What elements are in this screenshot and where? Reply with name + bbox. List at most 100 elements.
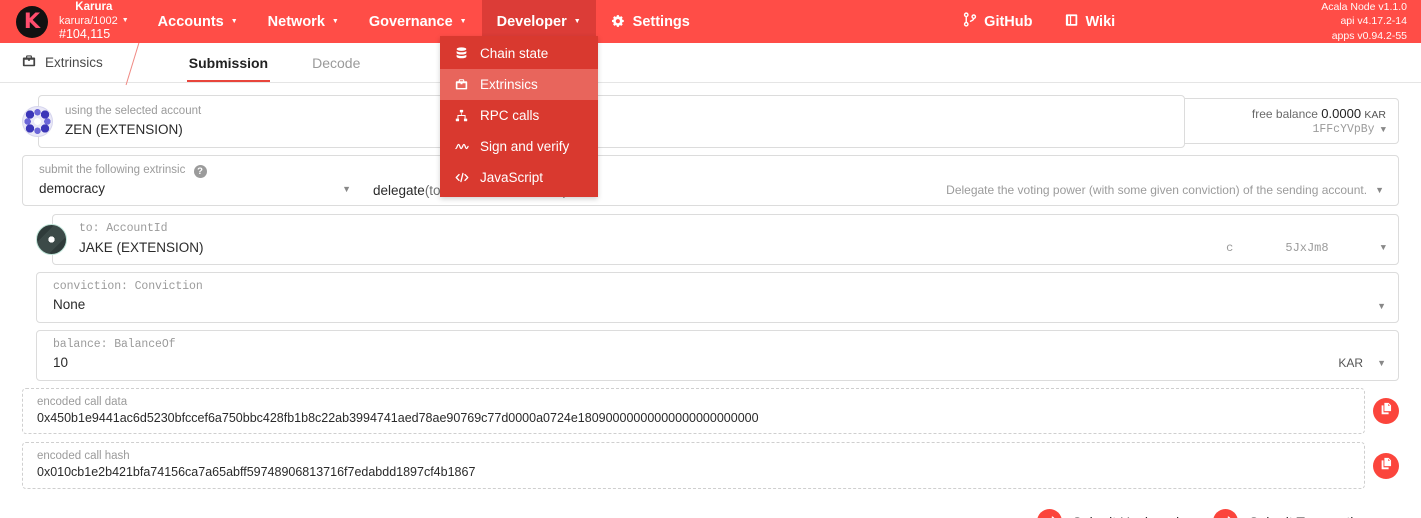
sign-in-arrow-icon: [1036, 509, 1062, 518]
nav-developer-label: Developer: [496, 13, 567, 30]
block-number: #104,115: [59, 27, 111, 42]
menu-sign-and-verify-label: Sign and verify: [480, 139, 570, 154]
menu-javascript-label: JavaScript: [480, 170, 544, 185]
submit-unsigned-button[interactable]: Submit Unsigned: [1036, 509, 1179, 518]
balance-unit: KAR: [1364, 109, 1386, 122]
pallet-select[interactable]: submit the following extrinsic ? democra…: [23, 156, 363, 205]
copy-call-hash-button[interactable]: [1373, 452, 1399, 479]
section-label: Extrinsics: [45, 55, 103, 70]
param-to-value-row: JAKE (EXTENSION) c 5JxJm8 ▼: [79, 238, 1386, 258]
brand-text: Karura karura/1002 ▼ #104,115: [59, 1, 129, 41]
chevron-down-icon: ▼: [573, 18, 581, 25]
param-conviction-label: conviction: Conviction: [53, 279, 203, 293]
menu-item-chain-state[interactable]: Chain state: [440, 38, 598, 69]
balance-unit-select[interactable]: KAR ▼: [1338, 356, 1386, 370]
param-to-label: to: AccountId: [79, 221, 168, 235]
param-conviction-row: conviction: Conviction None ▼: [36, 271, 1399, 323]
param-conviction-field[interactable]: conviction: Conviction None ▼: [36, 271, 1399, 323]
extrinsic-label: submit the following extrinsic: [39, 163, 186, 176]
method-description-row: Delegate the voting power (with some giv…: [946, 183, 1384, 199]
balance-line: free balance 0.0000 KAR: [1252, 106, 1386, 121]
karura-logo-icon: K: [16, 5, 48, 38]
tab-submission-label: Submission: [188, 54, 269, 71]
menu-item-rpc-calls[interactable]: RPC calls: [440, 100, 598, 131]
encoded-call-data-row: encoded call data 0x450b1e9441ac6d5230bf…: [22, 387, 1399, 435]
param-to-extra-left: c: [1226, 240, 1234, 255]
main-content: using the selected account ZEN (EXTENSIO…: [0, 83, 1421, 518]
tab-submission[interactable]: Submission: [167, 43, 290, 82]
free-balance-box: free balance 0.0000 KAR 1FFcYVpBy ▼: [1185, 98, 1399, 145]
chevron-down-icon[interactable]: ▼: [1377, 301, 1386, 311]
section-title-extrinsics: Extrinsics: [0, 43, 127, 82]
copy-icon: [1380, 457, 1393, 475]
method-name: delegate: [373, 182, 425, 198]
brand-name: Karura: [75, 1, 113, 14]
tab-decode-label: Decode: [312, 54, 361, 71]
chevron-down-icon: ▼: [1375, 184, 1384, 195]
github-link[interactable]: GitHub: [947, 12, 1048, 31]
chevron-down-icon[interactable]: ▼: [1381, 243, 1386, 253]
menu-item-sign-and-verify[interactable]: Sign and verify: [440, 131, 598, 162]
copy-call-data-button[interactable]: [1373, 398, 1399, 425]
avatar[interactable]: [22, 105, 53, 137]
brand-block[interactable]: K Karura karura/1002 ▼ #104,115: [0, 0, 143, 43]
chevron-down-icon: ▼: [342, 183, 351, 194]
extrinsic-selector-row: submit the following extrinsic ? democra…: [22, 154, 1399, 206]
tabs: Submission Decode: [167, 43, 383, 82]
encoded-call-hash-box: encoded call hash 0x010cb1e2b421bfa74156…: [22, 442, 1365, 490]
chevron-down-icon: ▼: [121, 17, 129, 25]
wiki-link[interactable]: Wiki: [1049, 13, 1132, 31]
version-info: Acala Node v1.1.0 api v4.17.2-14 apps v0…: [1321, 0, 1407, 43]
account-address-dropdown[interactable]: 1FFcYVpBy ▼: [1312, 123, 1386, 136]
pallet-select-value-row: democracy ▼: [39, 179, 351, 199]
param-balance-field[interactable]: balance: BalanceOf 10 KAR ▼: [36, 329, 1399, 381]
chain-spec-label: karura/1002: [59, 14, 118, 27]
chevron-down-icon: ▼: [459, 18, 467, 25]
method-description: Delegate the voting power (with some giv…: [946, 182, 1368, 197]
github-label: GitHub: [984, 13, 1033, 30]
chain-selector[interactable]: karura/1002 ▼: [59, 15, 129, 28]
developer-dropdown-menu: Chain state Extrinsics RPC calls Sign an…: [440, 36, 598, 197]
account-select[interactable]: using the selected account ZEN (EXTENSIO…: [38, 95, 1185, 148]
nav-item-network[interactable]: Network ▼: [253, 0, 354, 43]
balance-label: free balance: [1251, 107, 1318, 122]
copy-icon: [1380, 402, 1393, 420]
param-to-value: JAKE (EXTENSION): [79, 239, 204, 255]
apps-version: apps v0.94.2-55: [1331, 29, 1407, 42]
node-version: Acala Node v1.1.0: [1321, 1, 1407, 14]
submit-transaction-button[interactable]: Submit Transaction: [1213, 509, 1369, 518]
param-to-address-group: c 5JxJm8 ▼: [1226, 241, 1386, 255]
gear-icon: [611, 14, 626, 29]
encoded-call-data-box: encoded call data 0x450b1e9441ac6d5230bf…: [22, 387, 1365, 435]
breadcrumb-divider: [127, 43, 167, 82]
extrinsic-label-wrap: submit the following extrinsic ?: [39, 162, 351, 179]
avatar[interactable]: [36, 223, 67, 255]
param-balance-label: balance: BalanceOf: [53, 337, 176, 351]
param-balance-row: balance: BalanceOf 10 KAR ▼: [36, 329, 1399, 381]
param-conviction-value: None: [53, 297, 86, 313]
nav-item-accounts[interactable]: Accounts ▼: [143, 0, 253, 43]
menu-item-javascript[interactable]: JavaScript: [440, 162, 598, 193]
database-icon: [454, 47, 469, 60]
briefcase-icon: [454, 78, 469, 91]
sign-in-arrow-icon: [1213, 509, 1239, 518]
submit-transaction-label: Submit Transaction: [1249, 514, 1369, 518]
nav-item-settings[interactable]: Settings: [596, 0, 705, 43]
briefcase-icon: [22, 54, 36, 71]
help-icon[interactable]: ?: [193, 165, 207, 179]
footer-actions: Submit Unsigned Submit Transaction: [22, 497, 1399, 518]
encoded-call-hash-value: 0x010cb1e2b421bfa74156ca7a65abff59748906…: [37, 465, 476, 480]
tab-strip: Extrinsics Submission Decode: [0, 43, 1421, 83]
menu-item-extrinsics[interactable]: Extrinsics: [440, 69, 598, 100]
main-nav: Accounts ▼ Network ▼ Governance ▼ Develo…: [143, 0, 705, 43]
encoded-call-data-label: encoded call data: [37, 395, 128, 408]
nav-governance-label: Governance: [368, 13, 453, 30]
api-version: api v4.17.2-14: [1340, 15, 1407, 28]
account-label: using the selected account: [65, 105, 202, 117]
encoded-call-hash-row: encoded call hash 0x010cb1e2b421bfa74156…: [22, 442, 1399, 490]
tab-decode[interactable]: Decode: [290, 43, 382, 82]
param-to-extra-right: 5JxJm8: [1285, 240, 1329, 255]
menu-chain-state-label: Chain state: [480, 46, 549, 61]
param-to-row: to: AccountId JAKE (EXTENSION) c 5JxJm8 …: [36, 213, 1399, 265]
param-to-field[interactable]: to: AccountId JAKE (EXTENSION) c 5JxJm8 …: [52, 213, 1399, 265]
